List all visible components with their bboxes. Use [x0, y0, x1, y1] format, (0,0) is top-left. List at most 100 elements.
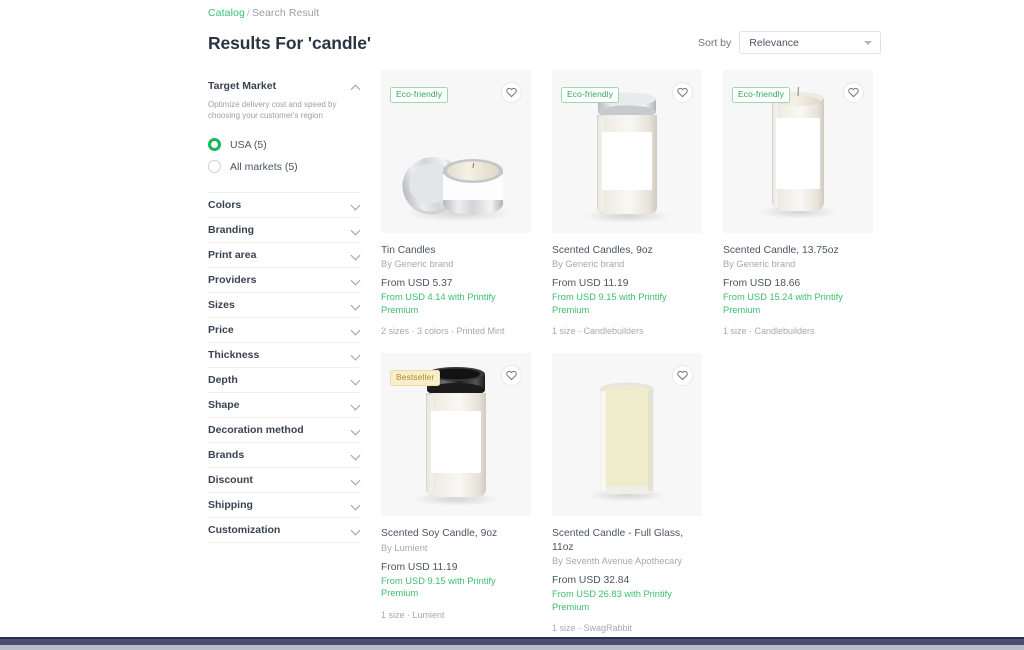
product-premium-price: From USD 15.24 with Printify Premium: [723, 292, 843, 315]
bottom-bar-line-light: [0, 645, 1024, 650]
product-brand: By Lumient: [381, 542, 428, 553]
chevron-down-icon: [351, 400, 360, 409]
chevron-down-icon: [351, 325, 360, 334]
filter-item-label: Shape: [208, 398, 240, 411]
product-title[interactable]: Scented Candle, 13.75oz: [723, 244, 873, 257]
breadcrumb-catalog-link[interactable]: Catalog: [208, 7, 245, 19]
heart-icon: [677, 87, 688, 98]
product-premium-price: From USD 26.83 with Printify Premium: [552, 589, 672, 612]
filter-item-price[interactable]: Price: [208, 318, 360, 343]
sort-by-label: Sort by: [698, 36, 732, 49]
filter-item-branding[interactable]: Branding: [208, 218, 360, 243]
filter-item-print-area[interactable]: Print area: [208, 243, 360, 268]
filter-item-label: Providers: [208, 273, 257, 286]
filter-item-brands[interactable]: Brands: [208, 443, 360, 468]
filter-item-customization[interactable]: Customization: [208, 518, 360, 543]
chevron-down-icon: [351, 500, 360, 509]
filter-item-label: Decoration method: [208, 423, 304, 436]
chevron-down-icon: [351, 350, 360, 359]
radio-option-all-markets[interactable]: All markets (5): [208, 156, 360, 178]
favorite-button[interactable]: [672, 82, 693, 103]
target-market-description: Optimize delivery cost and speed by choo…: [208, 100, 337, 120]
product-brand: By Generic brand: [381, 259, 454, 270]
favorite-button[interactable]: [843, 82, 864, 103]
filter-item-label: Price: [208, 323, 234, 336]
product-image-container[interactable]: Eco-friendly: [552, 70, 702, 233]
product-price: From USD 11.19: [552, 278, 629, 290]
filter-item-decoration-method[interactable]: Decoration method: [208, 418, 360, 443]
chevron-down-icon: [351, 525, 360, 534]
filter-item-thickness[interactable]: Thickness: [208, 343, 360, 368]
product-price: From USD 5.37: [381, 278, 453, 290]
product-brand: By Generic brand: [552, 259, 625, 270]
product-image-container[interactable]: Bestseller: [381, 353, 531, 517]
radio-icon-selected: [208, 138, 221, 152]
product-badge: Eco-friendly: [390, 87, 449, 103]
product-premium-price: From USD 9.15 with Printify Premium: [552, 292, 667, 315]
heart-icon: [848, 87, 859, 98]
product-price: From USD 18.66: [723, 278, 801, 290]
filter-item-discount[interactable]: Discount: [208, 468, 360, 493]
product-badge: Bestseller: [390, 370, 441, 386]
chevron-down-icon: [351, 275, 360, 284]
product-title[interactable]: Scented Candles, 9oz: [552, 244, 702, 257]
product-premium-price: From USD 4.14 with Printify Premium: [381, 292, 496, 315]
product-row: Eco-friendly Tin Candles By Generic brand F…: [381, 70, 1001, 336]
filter-item-label: Colors: [208, 198, 242, 211]
sort-select[interactable]: Relevance: [739, 31, 882, 54]
product-card[interactable]: Eco-friendly Tin Candles By Generic brand F…: [381, 70, 531, 336]
product-brand: By Seventh Avenue Apothecary: [552, 556, 683, 567]
filter-item-label: Customization: [208, 523, 281, 536]
product-badge: Eco-friendly: [732, 87, 791, 103]
filter-item-label: Sizes: [208, 298, 235, 311]
filter-item-label: Brands: [208, 448, 245, 461]
product-image-container[interactable]: Eco-friendly: [381, 70, 531, 233]
chevron-down-icon: [864, 40, 873, 45]
breadcrumb-separator: /: [246, 7, 250, 19]
product-price: From USD 11.19: [381, 561, 458, 573]
filter-item-sizes[interactable]: Sizes: [208, 293, 360, 318]
product-card[interactable]: Eco-friendly Scented Candle, 13.75oz By Ge…: [723, 70, 873, 336]
filter-section-title: Target Market: [208, 80, 277, 92]
heart-icon: [506, 371, 517, 381]
product-meta: 1 size · Lumient: [381, 609, 445, 620]
filter-item-shipping[interactable]: Shipping: [208, 493, 360, 518]
filter-item-depth[interactable]: Depth: [208, 368, 360, 393]
radio-option-usa[interactable]: USA (5): [208, 134, 360, 156]
chevron-down-icon: [351, 425, 360, 434]
filter-item-label: Thickness: [208, 348, 260, 361]
chevron-down-icon: [351, 300, 360, 309]
chevron-down-icon: [351, 200, 360, 209]
filter-item-shape[interactable]: Shape: [208, 393, 360, 418]
filter-item-providers[interactable]: Providers: [208, 268, 360, 293]
chevron-down-icon: [351, 225, 360, 234]
filter-item-label: Shipping: [208, 498, 253, 511]
page-title: Results For 'candle': [208, 33, 371, 53]
chevron-down-icon: [351, 475, 360, 484]
product-meta: 2 sizes · 3 colors · Printed Mint: [381, 326, 505, 337]
product-card[interactable]: Eco-friendly Scented Candles, 9oz By Gener…: [552, 70, 702, 336]
product-meta: 1 size · SwagRabbit: [552, 623, 633, 634]
chevron-up-icon: [351, 82, 360, 91]
breadcrumb-current: Search Result: [251, 7, 320, 19]
filters-sidebar: Target Market Optimize delivery cost and…: [208, 80, 360, 543]
filter-item-colors[interactable]: Colors: [208, 193, 360, 218]
product-card[interactable]: Bestseller Scented Soy Candle, 9oz By Lumi…: [381, 353, 531, 633]
product-image-container[interactable]: Eco-friendly: [723, 70, 873, 233]
filter-item-label: Branding: [208, 223, 255, 236]
product-card[interactable]: Scented Candle - Full Glass, 11oz By Seve…: [552, 353, 702, 633]
product-title[interactable]: Scented Candle - Full Glass, 11oz: [552, 527, 702, 554]
chevron-down-icon: [351, 250, 360, 259]
heart-icon: [506, 87, 517, 98]
product-grid: Eco-friendly Tin Candles By Generic brand F…: [381, 70, 1001, 633]
chevron-down-icon: [351, 375, 360, 384]
product-image-container[interactable]: [552, 353, 702, 517]
filter-item-label: Discount: [208, 473, 253, 486]
product-badge: Eco-friendly: [561, 87, 620, 103]
product-title[interactable]: Tin Candles: [381, 244, 531, 257]
favorite-button[interactable]: [501, 82, 522, 103]
product-title[interactable]: Scented Soy Candle, 9oz: [381, 527, 531, 540]
breadcrumb: Catalog / Search Result: [208, 7, 319, 19]
filter-section-target-market[interactable]: Target Market: [208, 80, 360, 94]
product-meta: 1 size · Candlebuilders: [552, 326, 644, 337]
